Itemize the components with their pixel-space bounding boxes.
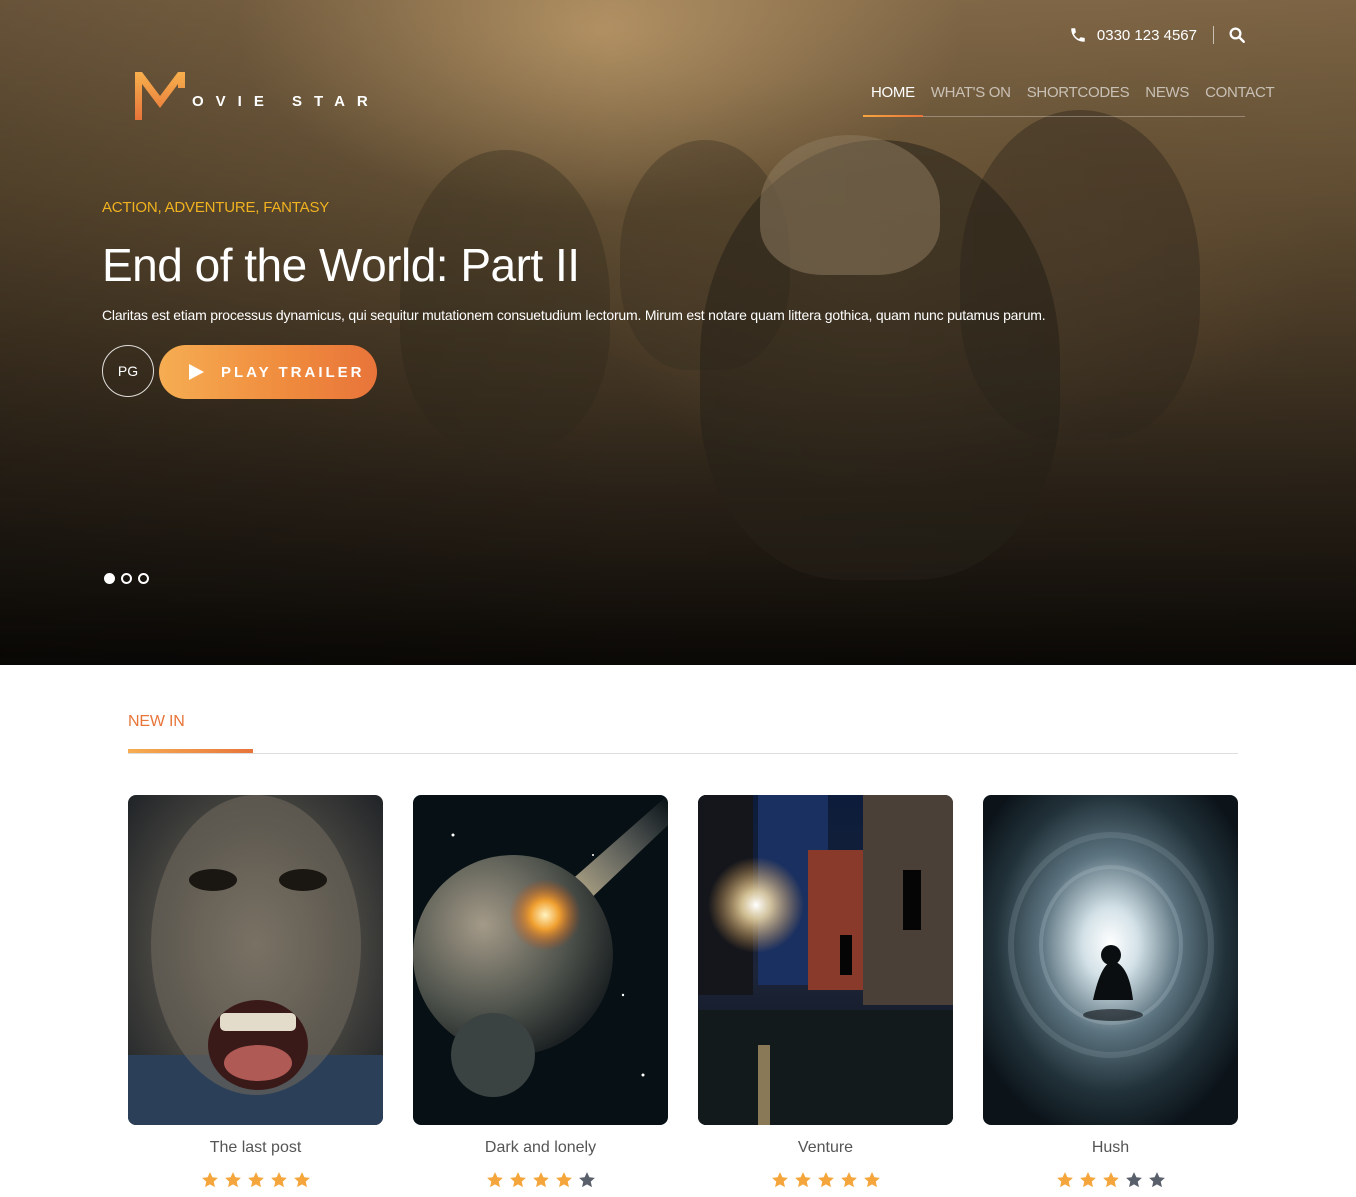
main-nav: HOME WHAT'S ON SHORTCODES NEWS CONTACT bbox=[863, 80, 1275, 117]
poster-image-planet-impact bbox=[413, 795, 668, 1125]
phone-icon bbox=[1071, 28, 1085, 42]
nav-item-shortcodes[interactable]: SHORTCODES bbox=[1019, 80, 1138, 116]
star-filled-icon bbox=[532, 1172, 549, 1188]
poster-image-city-alley bbox=[698, 795, 953, 1125]
star-empty-icon bbox=[578, 1172, 595, 1188]
movie-card[interactable]: Dark and lonely bbox=[413, 795, 668, 1189]
hero-slider: 0330 123 4567 OVIE STAR HOME WHAT'S ON S… bbox=[0, 0, 1356, 665]
star-filled-icon bbox=[486, 1172, 503, 1188]
movie-poster[interactable] bbox=[698, 795, 953, 1125]
star-empty-icon bbox=[1125, 1172, 1142, 1188]
slider-dot-1[interactable] bbox=[104, 573, 115, 584]
star-filled-icon bbox=[1102, 1172, 1119, 1188]
star-filled-icon bbox=[224, 1172, 241, 1188]
play-trailer-label: PLAY TRAILER bbox=[221, 363, 365, 381]
search-icon[interactable] bbox=[1228, 26, 1246, 44]
star-filled-icon bbox=[1056, 1172, 1073, 1188]
star-filled-icon bbox=[840, 1172, 857, 1188]
movie-card[interactable]: Hush bbox=[983, 795, 1238, 1189]
movie-title[interactable]: Hush bbox=[983, 1139, 1238, 1157]
play-icon bbox=[189, 364, 204, 380]
age-rating-badge: PG bbox=[102, 345, 154, 397]
top-bar: 0330 123 4567 bbox=[1069, 24, 1246, 46]
star-filled-icon bbox=[555, 1172, 572, 1188]
movie-title[interactable]: Dark and lonely bbox=[413, 1139, 668, 1157]
star-rating bbox=[128, 1171, 383, 1189]
movie-card[interactable]: Venture bbox=[698, 795, 953, 1189]
star-filled-icon bbox=[201, 1172, 218, 1188]
poster-image-screaming-face bbox=[128, 795, 383, 1125]
slider-pagination bbox=[104, 573, 155, 584]
phone-number[interactable]: 0330 123 4567 bbox=[1097, 27, 1197, 44]
play-trailer-button[interactable]: PLAY TRAILER bbox=[159, 345, 377, 399]
hero-description: Claritas est etiam processus dynamicus, … bbox=[102, 307, 1046, 323]
slider-dot-3[interactable] bbox=[138, 573, 149, 584]
logo-m-icon bbox=[135, 72, 185, 120]
movie-title[interactable]: The last post bbox=[128, 1139, 383, 1157]
star-filled-icon bbox=[509, 1172, 526, 1188]
hero-genres[interactable]: ACTION, ADVENTURE, FANTASY bbox=[102, 199, 329, 216]
poster-image-tunnel bbox=[983, 795, 1238, 1125]
nav-item-home[interactable]: HOME bbox=[863, 80, 923, 117]
nav-item-contact[interactable]: CONTACT bbox=[1197, 80, 1282, 116]
section-divider bbox=[128, 753, 1238, 754]
topbar-divider bbox=[1213, 26, 1214, 44]
movie-card[interactable]: The last post bbox=[128, 795, 383, 1189]
movie-poster[interactable] bbox=[128, 795, 383, 1125]
star-filled-icon bbox=[794, 1172, 811, 1188]
movie-poster[interactable] bbox=[413, 795, 668, 1125]
movie-title[interactable]: Venture bbox=[698, 1139, 953, 1157]
star-rating bbox=[698, 1171, 953, 1189]
nav-item-whats-on[interactable]: WHAT'S ON bbox=[923, 80, 1019, 116]
star-filled-icon bbox=[1079, 1172, 1096, 1188]
nav-item-news[interactable]: NEWS bbox=[1137, 80, 1197, 116]
star-rating bbox=[413, 1171, 668, 1189]
star-filled-icon bbox=[817, 1172, 834, 1188]
star-filled-icon bbox=[293, 1172, 310, 1188]
site-logo[interactable]: OVIE STAR bbox=[134, 70, 380, 122]
star-filled-icon bbox=[863, 1172, 880, 1188]
star-filled-icon bbox=[270, 1172, 287, 1188]
star-rating bbox=[983, 1171, 1238, 1189]
section-title-underline bbox=[128, 749, 253, 753]
movie-poster[interactable] bbox=[983, 795, 1238, 1125]
star-filled-icon bbox=[771, 1172, 788, 1188]
slider-dot-2[interactable] bbox=[121, 573, 132, 584]
section-title-new-in: NEW IN bbox=[128, 713, 185, 730]
logo-text: OVIE STAR bbox=[192, 93, 380, 110]
star-filled-icon bbox=[247, 1172, 264, 1188]
hero-title: End of the World: Part II bbox=[102, 239, 580, 291]
star-empty-icon bbox=[1148, 1172, 1165, 1188]
